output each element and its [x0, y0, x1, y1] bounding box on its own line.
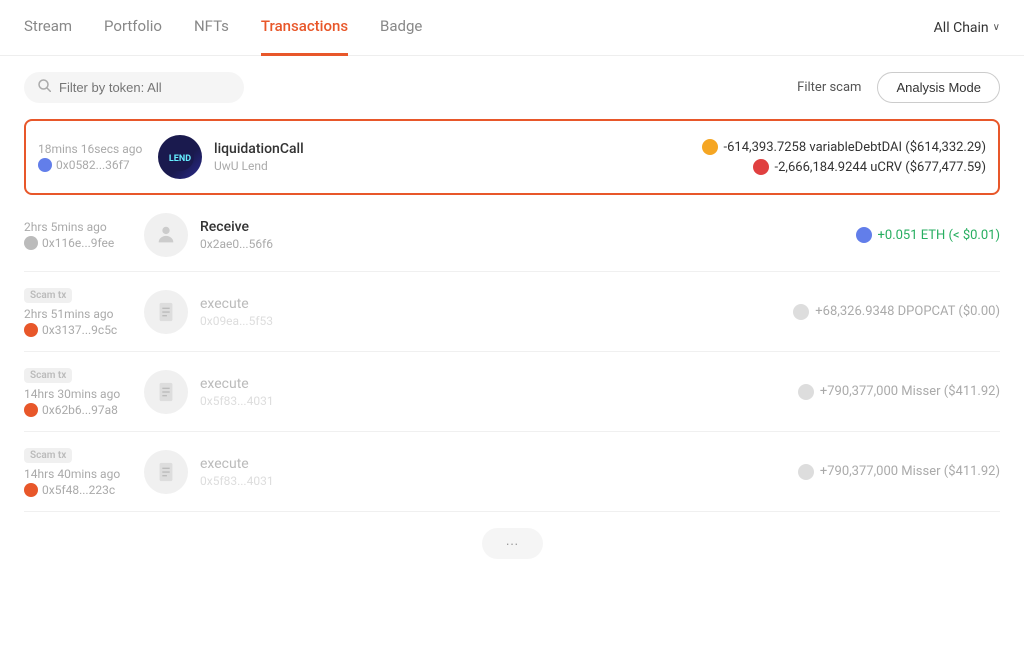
transaction-list: 18mins 16secs ago 0x0582...36f7 LEND liq… — [0, 119, 1024, 512]
tx-method: Receive — [200, 219, 856, 235]
tx-meta: 2hrs 5mins ago 0x116e...9fee — [24, 220, 144, 250]
tab-badge[interactable]: Badge — [380, 0, 422, 56]
tx-amounts: +790,377,000 Misser ($411.92) — [798, 464, 1000, 480]
filter-input[interactable] — [59, 80, 230, 95]
tx-name: liquidationCall UwU Lend — [214, 141, 702, 173]
execute-icon — [144, 290, 188, 334]
tx-method: execute — [200, 296, 793, 312]
scam-badge: Scam tx — [24, 448, 72, 463]
tx-meta: Scam tx 2hrs 51mins ago 0x3137...9c5c — [24, 286, 144, 337]
tx-from: 0x2ae0...56f6 — [200, 237, 856, 251]
tab-transactions[interactable]: Transactions — [261, 0, 348, 56]
chain-icon — [24, 483, 38, 497]
tx-time: 14hrs 40mins ago — [24, 467, 144, 481]
tab-nfts[interactable]: NFTs — [194, 0, 229, 56]
token-icon — [798, 464, 814, 480]
tx-amounts: -614,393.7258 variableDebtDAI ($614,332.… — [702, 139, 986, 175]
tx-time: 2hrs 51mins ago — [24, 307, 144, 321]
filter-scam-label[interactable]: Filter scam — [797, 80, 861, 95]
tx-name: execute 0x09ea...5f53 — [200, 296, 793, 328]
execute-icon — [144, 370, 188, 414]
tx-amounts: +68,326.9348 DPOPCAT ($0.00) — [793, 304, 1000, 320]
chevron-down-icon: ∨ — [993, 22, 1000, 33]
analysis-mode-button[interactable]: Analysis Mode — [877, 72, 1000, 103]
svg-text:LEND: LEND — [169, 154, 191, 164]
tx-name: Receive 0x2ae0...56f6 — [200, 219, 856, 251]
tx-name: execute 0x5f83...4031 — [200, 376, 798, 408]
tx-name: execute 0x5f83...4031 — [200, 456, 798, 488]
chain-icon — [38, 158, 52, 172]
toolbar: Filter scam Analysis Mode — [0, 56, 1024, 119]
token-icon — [753, 159, 769, 175]
execute-icon — [144, 450, 188, 494]
table-row[interactable]: Scam tx 14hrs 30mins ago 0x62b6...97a8 e… — [24, 352, 1000, 432]
tab-portfolio[interactable]: Portfolio — [104, 0, 162, 56]
tx-from: 0x5f83...4031 — [200, 474, 798, 488]
table-row[interactable]: Scam tx 14hrs 40mins ago 0x5f48...223c e… — [24, 432, 1000, 512]
main-nav: Stream Portfolio NFTs Transactions Badge… — [0, 0, 1024, 56]
tx-amount: +68,326.9348 DPOPCAT ($0.00) — [793, 304, 1000, 320]
tx-amounts: +790,377,000 Misser ($411.92) — [798, 384, 1000, 400]
table-row[interactable]: Scam tx 2hrs 51mins ago 0x3137...9c5c ex… — [24, 272, 1000, 352]
protocol-icon: LEND — [158, 135, 202, 179]
tx-hash: 0x116e...9fee — [24, 236, 144, 250]
nav-tabs: Stream Portfolio NFTs Transactions Badge — [24, 0, 934, 56]
tx-hash: 0x3137...9c5c — [24, 323, 144, 337]
load-more-area: ··· — [0, 512, 1024, 575]
tx-meta: Scam tx 14hrs 40mins ago 0x5f48...223c — [24, 446, 144, 497]
filter-input-wrap[interactable] — [24, 72, 244, 103]
search-icon — [38, 79, 51, 96]
tx-amount: -614,393.7258 variableDebtDAI ($614,332.… — [702, 139, 986, 155]
token-icon — [798, 384, 814, 400]
tx-from: UwU Lend — [214, 159, 702, 173]
scam-badge: Scam tx — [24, 288, 72, 303]
tx-hash: 0x0582...36f7 — [38, 158, 158, 172]
tab-stream[interactable]: Stream — [24, 0, 72, 56]
token-icon — [702, 139, 718, 155]
tx-amount: +0.051 ETH (< $0.01) — [856, 227, 1000, 243]
chain-selector[interactable]: All Chain ∨ — [934, 20, 1000, 36]
table-row[interactable]: 18mins 16secs ago 0x0582...36f7 LEND liq… — [24, 119, 1000, 195]
token-icon — [856, 227, 872, 243]
tx-amount: +790,377,000 Misser ($411.92) — [798, 384, 1000, 400]
tx-method: execute — [200, 376, 798, 392]
tx-amount: +790,377,000 Misser ($411.92) — [798, 464, 1000, 480]
tx-method: liquidationCall — [214, 141, 702, 157]
scam-badge: Scam tx — [24, 368, 72, 383]
table-row[interactable]: 2hrs 5mins ago 0x116e...9fee Receive 0x2… — [24, 199, 1000, 272]
chain-label: All Chain — [934, 20, 989, 36]
tx-meta: 18mins 16secs ago 0x0582...36f7 — [38, 142, 158, 172]
tx-hash: 0x62b6...97a8 — [24, 403, 144, 417]
tx-method: execute — [200, 456, 798, 472]
tx-hash: 0x5f48...223c — [24, 483, 144, 497]
tx-amount: -2,666,184.9244 uCRV ($677,477.59) — [753, 159, 986, 175]
tx-amounts: +0.051 ETH (< $0.01) — [856, 227, 1000, 243]
tx-meta: Scam tx 14hrs 30mins ago 0x62b6...97a8 — [24, 366, 144, 417]
receive-icon — [144, 213, 188, 257]
tx-from: 0x5f83...4031 — [200, 394, 798, 408]
tx-time: 14hrs 30mins ago — [24, 387, 144, 401]
tx-from: 0x09ea...5f53 — [200, 314, 793, 328]
tx-time: 2hrs 5mins ago — [24, 220, 144, 234]
tx-time: 18mins 16secs ago — [38, 142, 158, 156]
toolbar-right: Filter scam Analysis Mode — [797, 72, 1000, 103]
chain-icon — [24, 236, 38, 250]
chain-icon — [24, 403, 38, 417]
load-more-button[interactable]: ··· — [482, 528, 543, 559]
token-icon — [793, 304, 809, 320]
chain-icon — [24, 323, 38, 337]
